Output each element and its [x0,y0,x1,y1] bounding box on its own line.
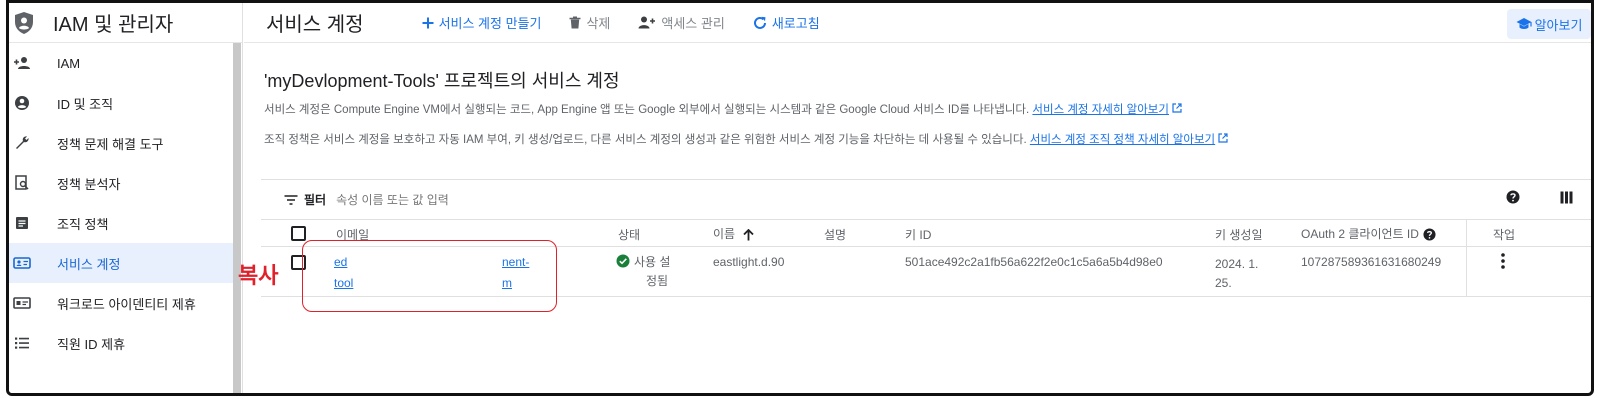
person-add-icon [638,16,656,29]
content-area: 'myDevlopment-Tools' 프로젝트의 서비스 계정 서비스 계정… [244,43,1591,149]
arrow-up-icon [743,228,754,241]
service-account-icon [13,254,31,272]
filter-bar: 필터 [261,179,1591,219]
learn-button[interactable]: 알아보기 [1507,9,1591,39]
sidebar-item-id-org[interactable]: ID 및 조직 [9,83,242,123]
wrench-icon [13,134,31,152]
sidebar-header: IAM 및 관리자 [9,3,242,43]
toolbar: 서비스 계정 서비스 계정 만들기 삭제 액세스 관리 새로고침 알아보기 [244,3,1591,43]
key-created-line-1: 2024. 1. [1215,257,1259,271]
sidebar-item-service-accounts[interactable]: 서비스 계정 [9,243,234,283]
sidebar-item-workload-identity[interactable]: 워크로드 아이덴티티 제휴 [9,283,242,323]
refresh-button[interactable]: 새로고침 [753,13,820,32]
sidebar-item-label: 워크로드 아이덴티티 제휴 [57,296,196,312]
column-divider [1466,247,1467,296]
account-circle-icon [13,94,31,112]
id-card-icon [13,294,31,312]
filter-icon[interactable] [284,194,298,205]
key-created-cell: 2024. 1. 25. [1215,255,1258,293]
sidebar: IAM 및 관리자 IAM ID 및 조직 정책 문제 해결 도구 정책 분석자… [9,3,243,393]
description-1: 서비스 계정은 Compute Engine VM에서 실행되는 코드, App… [264,101,1591,119]
learn-org-policy-link[interactable]: 서비스 계정 조직 정책 자세히 알아보기 [1030,134,1215,146]
manage-access-button[interactable]: 액세스 관리 [638,13,725,32]
copy-annotation-label: 복사 [238,264,279,289]
sidebar-item-label: ID 및 조직 [57,96,114,112]
sidebar-item-label: 조직 정책 [57,216,109,232]
more-actions-icon[interactable] [1501,253,1505,272]
sidebar-scrollbar[interactable] [233,43,241,393]
manage-access-label: 액세스 관리 [661,16,725,31]
status-line-2: 정됨 [646,274,669,288]
sidebar-item-label: 정책 문제 해결 도구 [57,136,164,152]
section-heading: 'myDevlopment-Tools' 프로젝트의 서비스 계정 [264,71,620,91]
open-in-new-icon [1172,101,1182,119]
main-panel: 서비스 계정 서비스 계정 만들기 삭제 액세스 관리 새로고침 알아보기 'm… [244,3,1591,393]
filter-actions [1506,190,1573,204]
filter-label: 필터 [304,193,327,207]
sidebar-item-label: IAM [57,55,81,71]
document-icon [13,214,31,232]
shield-icon [13,11,35,35]
status-text: 사용 설정됨 [634,253,689,291]
status-cell: 사용 설정됨 [616,253,689,291]
delete-label: 삭제 [586,16,611,31]
name-cell: eastlight.d.90 [713,255,785,269]
filter-input[interactable] [336,192,737,207]
sidebar-item-workforce-identity[interactable]: 직원 ID 제휴 [9,323,242,363]
app-window: IAM 및 관리자 IAM ID 및 조직 정책 문제 해결 도구 정책 분석자… [6,0,1594,396]
list-icon [13,334,31,352]
column-oauth-label: OAuth 2 클라이언트 ID [1301,227,1419,241]
help-icon[interactable] [1506,190,1520,204]
key-created-line-2: 25. [1215,276,1232,290]
help-icon[interactable] [1423,228,1436,241]
description-2: 조직 정책은 서비스 계정을 보호하고 자동 IAM 부여, 키 생성/업로드,… [264,131,1591,149]
sidebar-item-org-policy[interactable]: 조직 정책 [9,203,242,243]
column-display-icon[interactable] [1560,191,1573,204]
sidebar-item-label: 정책 분석자 [57,176,121,192]
sidebar-title: IAM 및 관리자 [53,14,174,36]
create-service-account-button[interactable]: 서비스 계정 만들기 [422,13,542,32]
open-in-new-icon [1218,131,1228,149]
policy-search-icon [13,174,31,192]
column-description[interactable]: 설명 [824,226,846,243]
delete-button[interactable]: 삭제 [569,13,610,32]
column-name-label: 이름 [713,227,736,241]
column-name[interactable]: 이름 [713,225,754,242]
key-id-cell: 501ace492c2a1fb56a622f2e0c1c5a6a5b4d98e0 [905,255,1163,269]
trash-icon [569,16,581,29]
sidebar-item-label: 서비스 계정 [57,256,121,272]
column-actions: 작업 [1493,228,1516,242]
refresh-label: 새로고침 [771,16,820,31]
column-divider [1466,220,1467,246]
description-2-text: 조직 정책은 서비스 계정을 보호하고 자동 IAM 부여, 키 생성/업로드,… [264,134,1027,147]
column-status[interactable]: 상태 [618,226,640,243]
school-icon [1516,17,1532,31]
select-all-checkbox[interactable] [291,226,306,241]
learn-service-accounts-link[interactable]: 서비스 계정 자세히 알아보기 [1032,104,1169,116]
refresh-icon [753,16,767,30]
learn-label: 알아보기 [1534,17,1583,33]
column-oauth-id[interactable]: OAuth 2 클라이언트 ID [1301,225,1436,242]
column-key-id[interactable]: 키 ID [905,226,931,243]
sidebar-item-troubleshooter[interactable]: 정책 문제 해결 도구 [9,123,242,163]
page-title: 서비스 계정 [266,14,364,36]
highlight-annotation-box [302,240,557,312]
check-circle-icon [616,254,630,271]
sidebar-item-iam[interactable]: IAM [9,43,242,83]
column-key-created[interactable]: 키 생성일 [1215,226,1263,243]
status-line-1: 사용 설 [634,255,671,269]
sidebar-item-label: 직원 ID 제휴 [57,336,126,352]
plus-icon [422,17,434,29]
oauth-id-cell: 107287589361631680249 [1301,255,1442,269]
person-add-icon [13,54,31,72]
sidebar-item-policy-analyzer[interactable]: 정책 분석자 [9,163,242,203]
create-label: 서비스 계정 만들기 [438,16,542,31]
description-1-text: 서비스 계정은 Compute Engine VM에서 실행되는 코드, App… [264,104,1030,117]
